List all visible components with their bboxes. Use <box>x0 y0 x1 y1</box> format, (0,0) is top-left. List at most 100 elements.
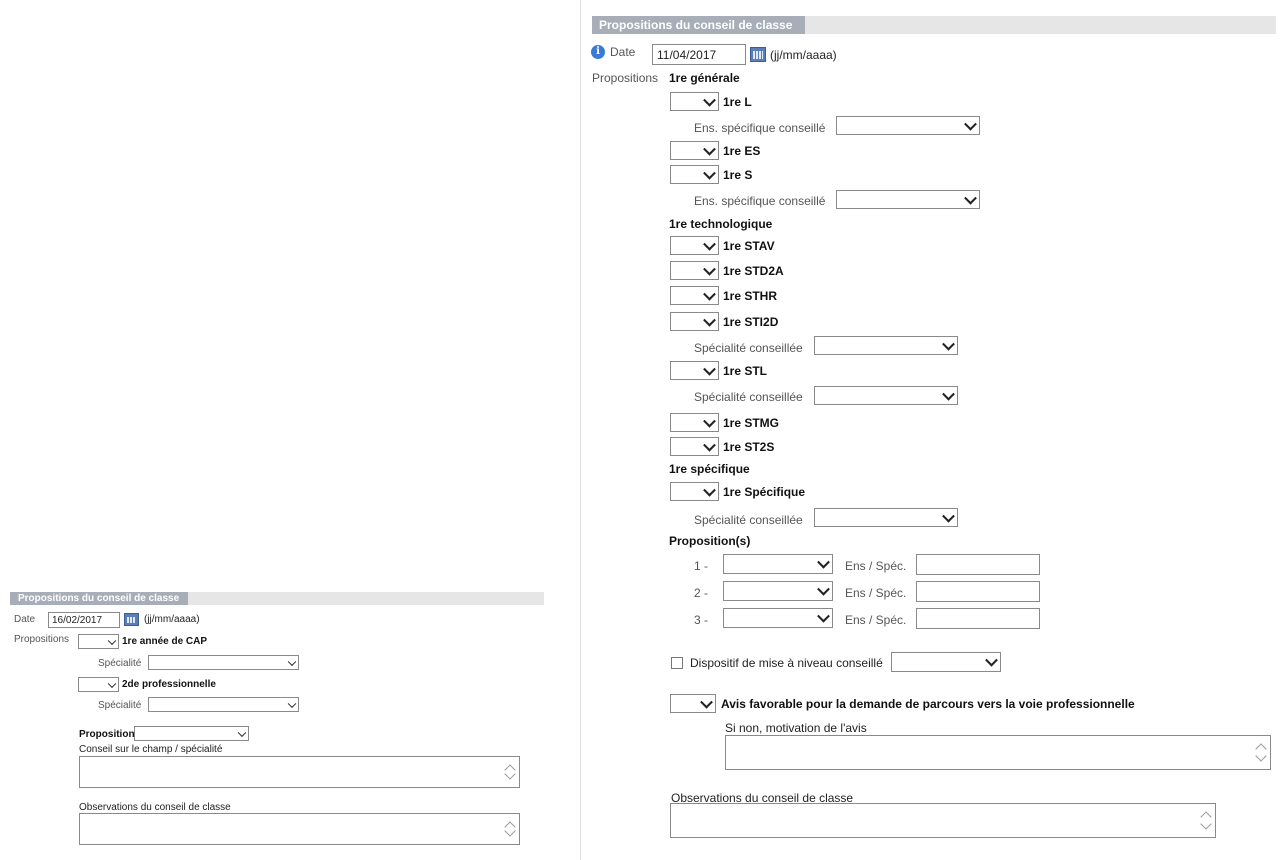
left-cap-select[interactable] <box>78 634 119 649</box>
spec-label-1: Spécialité conseillée <box>694 341 803 355</box>
chevron-down-icon <box>700 695 713 709</box>
sti2d-select[interactable] <box>670 312 719 331</box>
motivation-textarea[interactable] <box>725 735 1271 770</box>
chevron-down-icon <box>703 166 716 180</box>
chevron-down-icon <box>107 636 117 645</box>
motivation-label: Si non, motivation de l'avis <box>725 721 867 735</box>
chevron-down-icon <box>287 699 297 708</box>
generale-heading: 1re générale <box>669 71 740 85</box>
l-select[interactable] <box>670 92 719 111</box>
prop-row-3-num: 3 - <box>694 613 709 627</box>
std2a-label: 1re STD2A <box>723 264 784 278</box>
chevron-down-icon <box>107 679 117 688</box>
left-date-input[interactable]: 16/02/2017 <box>48 612 120 628</box>
chevron-down-icon <box>703 438 716 452</box>
prop-row-2-select[interactable] <box>723 581 833 601</box>
scroll-down-icon[interactable] <box>1255 750 1267 762</box>
left-proposition-select[interactable] <box>134 726 249 741</box>
left-cap-label: 1re année de CAP <box>122 636 208 647</box>
left-panel-title: Propositions du conseil de classe <box>10 592 188 605</box>
spec-select-1[interactable] <box>814 336 958 355</box>
left-proposition-label: Proposition <box>79 729 135 740</box>
es-select[interactable] <box>670 141 719 160</box>
left-specialite-label-1: Spécialité <box>98 658 142 669</box>
prop-row-2-ens-input[interactable] <box>916 581 1040 602</box>
spec-label-2: Spécialité conseillée <box>694 390 803 404</box>
right-date-format: (jj/mm/aaaa) <box>770 48 837 62</box>
specifique-select[interactable] <box>670 482 719 501</box>
prop-row-1-select[interactable] <box>723 554 833 574</box>
right-panel-title: Propositions du conseil de classe <box>592 16 805 34</box>
ens-label-2: Ens. spécifique conseillé <box>694 194 826 208</box>
ens-select-2[interactable] <box>836 190 980 209</box>
ens-label-1: Ens. spécifique conseillé <box>694 121 826 135</box>
specifique-heading: 1re spécifique <box>669 462 750 476</box>
sthr-label: 1re STHR <box>723 289 778 303</box>
chevron-down-icon <box>964 117 977 131</box>
st2s-select[interactable] <box>670 437 719 456</box>
s-select[interactable] <box>670 165 719 184</box>
chevron-down-icon <box>817 609 830 623</box>
stav-label: 1re STAV <box>723 239 775 253</box>
right-panel-header: Propositions du conseil de classe <box>592 16 1276 34</box>
left-specialite-select-2[interactable] <box>148 697 299 712</box>
chevron-down-icon <box>964 191 977 205</box>
chevron-down-icon <box>703 414 716 428</box>
left-pro-select[interactable] <box>78 677 119 692</box>
left-pro-label: 2de professionnelle <box>122 679 216 690</box>
spec-select-3[interactable] <box>814 508 958 527</box>
right-date-input[interactable]: 11/04/2017 <box>652 44 746 65</box>
prop-row-2-num: 2 - <box>694 586 709 600</box>
left-observations-textarea[interactable] <box>79 813 520 845</box>
chevron-down-icon <box>703 287 716 301</box>
avis-select[interactable] <box>670 694 716 713</box>
es-label: 1re ES <box>723 144 761 158</box>
info-icon[interactable]: i <box>591 45 605 59</box>
left-date-value: 16/02/2017 <box>52 615 103 626</box>
prop-row-3-ens-input[interactable] <box>916 608 1040 629</box>
left-conseil-label: Conseil sur le champ / spécialité <box>79 744 223 755</box>
prop-row-1-num: 1 - <box>694 559 709 573</box>
dispositif-checkbox[interactable] <box>671 657 683 669</box>
spec-label-3: Spécialité conseillée <box>694 513 803 527</box>
left-conseil-textarea[interactable] <box>79 756 520 788</box>
std2a-select[interactable] <box>670 261 719 280</box>
left-date-label: Date <box>14 614 36 625</box>
left-propositions-label: Propositions <box>14 634 70 645</box>
l-label: 1re L <box>723 95 752 109</box>
left-specialite-select-1[interactable] <box>148 655 299 670</box>
left-panel-header: Propositions du conseil de classe <box>10 592 544 605</box>
panel-divider <box>580 0 581 860</box>
sthr-select[interactable] <box>670 286 719 305</box>
right-date-value: 11/04/2017 <box>657 48 717 62</box>
prop-row-3-select[interactable] <box>723 608 833 628</box>
right-propositions-label: Propositions <box>592 71 659 85</box>
calendar-icon[interactable] <box>124 613 139 626</box>
specifique-label: 1re Spécifique <box>723 485 806 499</box>
stl-select[interactable] <box>670 361 719 380</box>
chevron-down-icon <box>703 483 716 497</box>
sti2d-label: 1re STI2D <box>723 315 779 329</box>
calendar-icon[interactable] <box>750 47 766 62</box>
chevron-down-icon <box>985 653 998 667</box>
spec-select-2[interactable] <box>814 386 958 405</box>
stmg-select[interactable] <box>670 413 719 432</box>
chevron-down-icon <box>287 657 297 666</box>
prop-row-1-ens-input[interactable] <box>916 554 1040 575</box>
left-observations-label: Observations du conseil de classe <box>79 802 231 813</box>
left-specialite-label-2: Spécialité <box>98 700 142 711</box>
chevron-down-icon <box>703 262 716 276</box>
stl-label: 1re STL <box>723 364 768 378</box>
chevron-down-icon <box>703 362 716 376</box>
ens-select-1[interactable] <box>836 116 980 135</box>
propositions-heading: Proposition(s) <box>669 534 751 548</box>
right-observations-textarea[interactable] <box>670 803 1216 838</box>
dispositif-label: Dispositif de mise à niveau conseillé <box>690 656 883 670</box>
dispositif-select[interactable] <box>891 652 1001 672</box>
techno-heading: 1re technologique <box>669 217 773 231</box>
left-date-format: (jj/mm/aaaa) <box>144 614 200 625</box>
stav-select[interactable] <box>670 236 719 255</box>
chevron-down-icon <box>703 142 716 156</box>
scroll-down-icon[interactable] <box>1200 818 1212 830</box>
chevron-down-icon <box>703 93 716 107</box>
